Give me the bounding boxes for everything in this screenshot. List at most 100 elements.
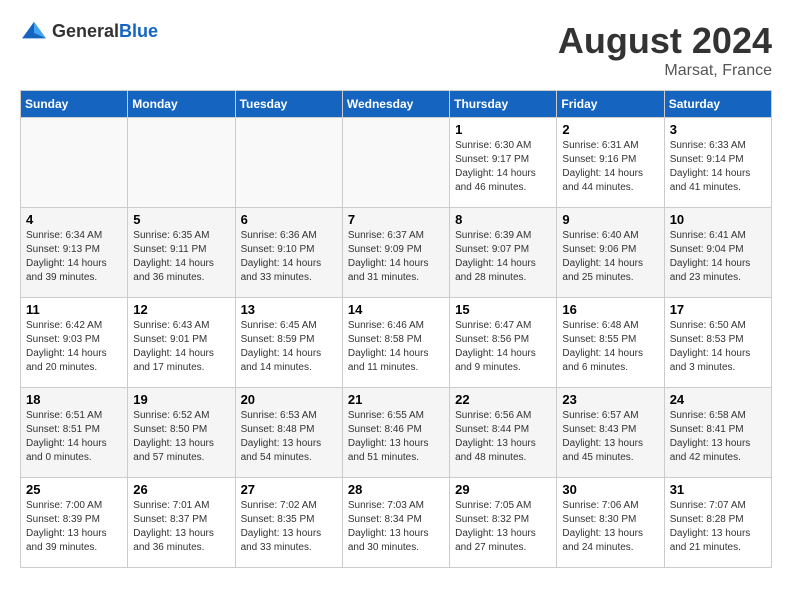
- day-number: 21: [348, 392, 444, 407]
- day-info: Sunrise: 6:46 AM Sunset: 8:58 PM Dayligh…: [348, 319, 444, 375]
- day-number: 28: [348, 482, 444, 497]
- day-number: 7: [348, 212, 444, 227]
- day-info: Sunrise: 6:30 AM Sunset: 9:17 PM Dayligh…: [455, 139, 551, 195]
- day-info: Sunrise: 6:55 AM Sunset: 8:46 PM Dayligh…: [348, 409, 444, 465]
- logo-blue: Blue: [119, 21, 158, 41]
- day-number: 11: [26, 302, 122, 317]
- day-number: 15: [455, 302, 551, 317]
- day-info: Sunrise: 6:37 AM Sunset: 9:09 PM Dayligh…: [348, 229, 444, 285]
- day-number: 27: [241, 482, 337, 497]
- week-row-1: 4 Sunrise: 6:34 AM Sunset: 9:13 PM Daylig…: [21, 208, 772, 298]
- day-number: 5: [133, 212, 229, 227]
- day-cell: 14 Sunrise: 6:46 AM Sunset: 8:58 PM Dayli…: [342, 298, 449, 388]
- day-number: 25: [26, 482, 122, 497]
- week-row-0: 1 Sunrise: 6:30 AM Sunset: 9:17 PM Daylig…: [21, 118, 772, 208]
- day-cell: 21 Sunrise: 6:55 AM Sunset: 8:46 PM Dayli…: [342, 388, 449, 478]
- day-info: Sunrise: 6:41 AM Sunset: 9:04 PM Dayligh…: [670, 229, 766, 285]
- day-info: Sunrise: 6:51 AM Sunset: 8:51 PM Dayligh…: [26, 409, 122, 465]
- day-number: 1: [455, 122, 551, 137]
- day-cell: 22Sunrise: 6:56 AM Sunset: 8:44 PM Dayli…: [450, 388, 557, 478]
- day-cell: 5 Sunrise: 6:35 AM Sunset: 9:11 PM Daylig…: [128, 208, 235, 298]
- day-cell: 11 Sunrise: 6:42 AM Sunset: 9:03 PM Dayli…: [21, 298, 128, 388]
- day-cell: 2 Sunrise: 6:31 AM Sunset: 9:16 PM Daylig…: [557, 118, 664, 208]
- day-number: 30: [562, 482, 658, 497]
- day-cell: 1 Sunrise: 6:30 AM Sunset: 9:17 PM Daylig…: [450, 118, 557, 208]
- day-cell: [235, 118, 342, 208]
- day-cell: 15 Sunrise: 6:47 AM Sunset: 8:56 PM Dayli…: [450, 298, 557, 388]
- header-saturday: Saturday: [664, 91, 771, 118]
- week-row-4: 25 Sunrise: 7:00 AM Sunset: 8:39 PM Dayli…: [21, 478, 772, 568]
- day-number: 24: [670, 392, 766, 407]
- day-cell: 7 Sunrise: 6:37 AM Sunset: 9:09 PM Daylig…: [342, 208, 449, 298]
- day-cell: [128, 118, 235, 208]
- day-info: Sunrise: 6:45 AM Sunset: 8:59 PM Dayligh…: [241, 319, 337, 375]
- day-number: 2: [562, 122, 658, 137]
- day-info: Sunrise: 6:53 AM Sunset: 8:48 PM Dayligh…: [241, 409, 337, 465]
- day-cell: 28 Sunrise: 7:03 AM Sunset: 8:34 PM Dayli…: [342, 478, 449, 568]
- header-row: SundayMondayTuesdayWednesdayThursdayFrid…: [21, 91, 772, 118]
- day-number: 19: [133, 392, 229, 407]
- day-cell: 10Sunrise: 6:41 AM Sunset: 9:04 PM Dayli…: [664, 208, 771, 298]
- day-number: 29: [455, 482, 551, 497]
- day-cell: 27 Sunrise: 7:02 AM Sunset: 8:35 PM Dayli…: [235, 478, 342, 568]
- day-info: Sunrise: 6:36 AM Sunset: 9:10 PM Dayligh…: [241, 229, 337, 285]
- day-info: Sunrise: 6:34 AM Sunset: 9:13 PM Dayligh…: [26, 229, 122, 285]
- calendar-table: SundayMondayTuesdayWednesdayThursdayFrid…: [20, 90, 772, 568]
- header-wednesday: Wednesday: [342, 91, 449, 118]
- day-cell: [342, 118, 449, 208]
- week-row-3: 18Sunrise: 6:51 AM Sunset: 8:51 PM Dayli…: [21, 388, 772, 478]
- day-cell: 23Sunrise: 6:57 AM Sunset: 8:43 PM Dayli…: [557, 388, 664, 478]
- day-cell: 3Sunrise: 6:33 AM Sunset: 9:14 PM Daylig…: [664, 118, 771, 208]
- day-number: 22: [455, 392, 551, 407]
- day-number: 16: [562, 302, 658, 317]
- header-sunday: Sunday: [21, 91, 128, 118]
- day-cell: 16 Sunrise: 6:48 AM Sunset: 8:55 PM Dayli…: [557, 298, 664, 388]
- day-info: Sunrise: 6:40 AM Sunset: 9:06 PM Dayligh…: [562, 229, 658, 285]
- day-number: 14: [348, 302, 444, 317]
- day-info: Sunrise: 6:58 AM Sunset: 8:41 PM Dayligh…: [670, 409, 766, 465]
- day-info: Sunrise: 7:00 AM Sunset: 8:39 PM Dayligh…: [26, 499, 122, 555]
- calendar-body: 1 Sunrise: 6:30 AM Sunset: 9:17 PM Daylig…: [21, 118, 772, 568]
- day-number: 12: [133, 302, 229, 317]
- day-cell: 24 Sunrise: 6:58 AM Sunset: 8:41 PM Dayli…: [664, 388, 771, 478]
- month-title: August 2024: [558, 20, 772, 62]
- day-info: Sunrise: 7:06 AM Sunset: 8:30 PM Dayligh…: [562, 499, 658, 555]
- day-cell: 19 Sunrise: 6:52 AM Sunset: 8:50 PM Dayli…: [128, 388, 235, 478]
- day-info: Sunrise: 6:42 AM Sunset: 9:03 PM Dayligh…: [26, 319, 122, 375]
- day-number: 31: [670, 482, 766, 497]
- day-info: Sunrise: 6:33 AM Sunset: 9:14 PM Dayligh…: [670, 139, 766, 195]
- day-number: 23: [562, 392, 658, 407]
- page-header: GeneralBlue August 2024 Marsat, France: [20, 20, 772, 80]
- logo: GeneralBlue: [20, 20, 158, 42]
- day-info: Sunrise: 6:47 AM Sunset: 8:56 PM Dayligh…: [455, 319, 551, 375]
- day-number: 8: [455, 212, 551, 227]
- day-info: Sunrise: 7:03 AM Sunset: 8:34 PM Dayligh…: [348, 499, 444, 555]
- logo-icon: [20, 20, 48, 42]
- day-info: Sunrise: 7:07 AM Sunset: 8:28 PM Dayligh…: [670, 499, 766, 555]
- day-info: Sunrise: 6:31 AM Sunset: 9:16 PM Dayligh…: [562, 139, 658, 195]
- header-thursday: Thursday: [450, 91, 557, 118]
- week-row-2: 11 Sunrise: 6:42 AM Sunset: 9:03 PM Dayli…: [21, 298, 772, 388]
- day-info: Sunrise: 6:35 AM Sunset: 9:11 PM Dayligh…: [133, 229, 229, 285]
- title-block: August 2024 Marsat, France: [558, 20, 772, 80]
- location: Marsat, France: [558, 62, 772, 80]
- day-info: Sunrise: 6:48 AM Sunset: 8:55 PM Dayligh…: [562, 319, 658, 375]
- day-number: 4: [26, 212, 122, 227]
- day-cell: 17Sunrise: 6:50 AM Sunset: 8:53 PM Dayli…: [664, 298, 771, 388]
- day-number: 6: [241, 212, 337, 227]
- day-info: Sunrise: 7:02 AM Sunset: 8:35 PM Dayligh…: [241, 499, 337, 555]
- day-cell: 6 Sunrise: 6:36 AM Sunset: 9:10 PM Daylig…: [235, 208, 342, 298]
- header-friday: Friday: [557, 91, 664, 118]
- day-number: 20: [241, 392, 337, 407]
- header-tuesday: Tuesday: [235, 91, 342, 118]
- day-number: 26: [133, 482, 229, 497]
- day-cell: [21, 118, 128, 208]
- day-info: Sunrise: 6:52 AM Sunset: 8:50 PM Dayligh…: [133, 409, 229, 465]
- day-cell: 13Sunrise: 6:45 AM Sunset: 8:59 PM Dayli…: [235, 298, 342, 388]
- day-cell: 20 Sunrise: 6:53 AM Sunset: 8:48 PM Dayli…: [235, 388, 342, 478]
- day-cell: 8Sunrise: 6:39 AM Sunset: 9:07 PM Daylig…: [450, 208, 557, 298]
- day-cell: 30 Sunrise: 7:06 AM Sunset: 8:30 PM Dayli…: [557, 478, 664, 568]
- logo-general: General: [52, 21, 119, 41]
- day-cell: 9Sunrise: 6:40 AM Sunset: 9:06 PM Daylig…: [557, 208, 664, 298]
- day-cell: 12Sunrise: 6:43 AM Sunset: 9:01 PM Dayli…: [128, 298, 235, 388]
